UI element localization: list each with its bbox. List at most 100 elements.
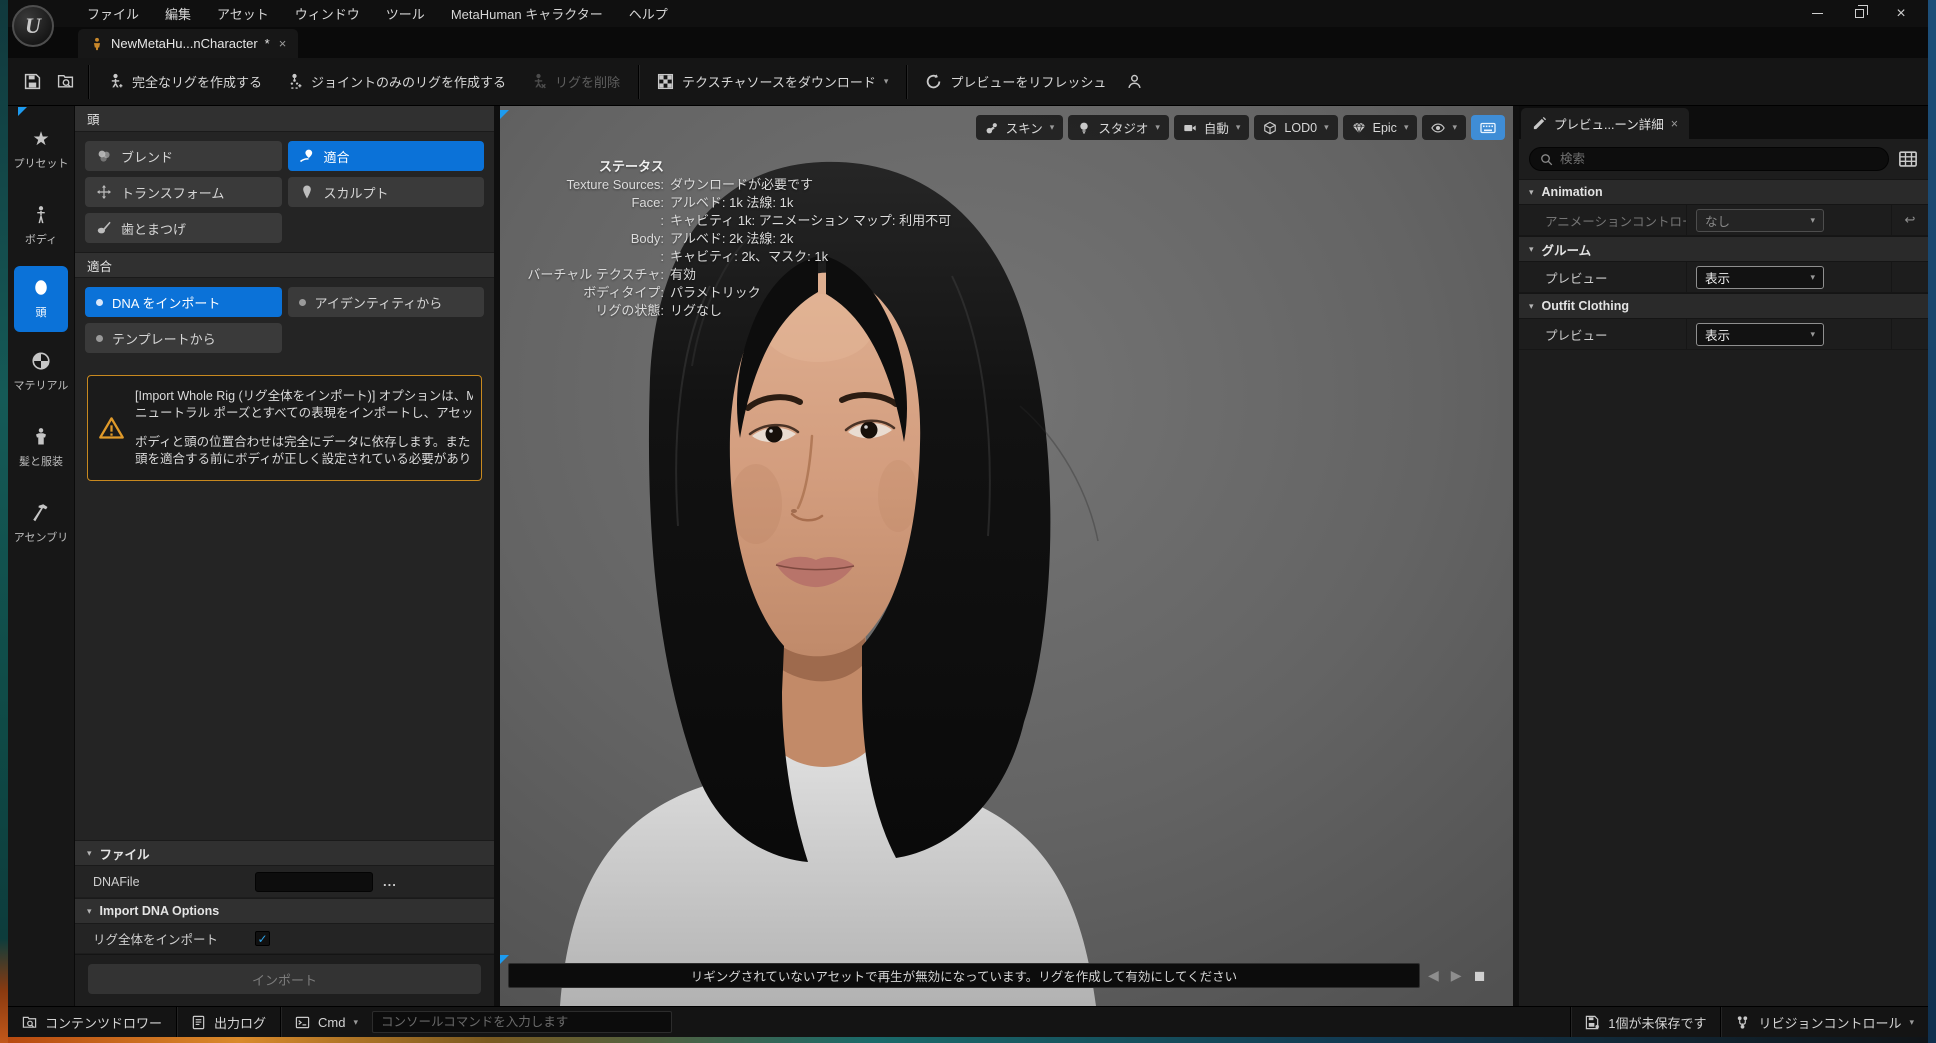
rig-delete-icon (530, 73, 547, 90)
menu-edit[interactable]: 編集 (152, 4, 204, 23)
sidebar-item-head[interactable]: 頭 (14, 266, 68, 332)
skin-menu-button[interactable]: スキン ▾ (976, 115, 1064, 140)
chevron-down-icon: ▾ (1529, 188, 1534, 197)
lighting-menu-button[interactable]: スタジオ ▾ (1068, 115, 1169, 140)
sidebar-item-hair-clothing[interactable]: 髪と服装 (10, 412, 72, 484)
sidebar-item-presets[interactable]: ★ プリセット (10, 114, 72, 186)
tab-close-icon[interactable]: × (1671, 117, 1678, 131)
remove-rig-button: リグを削除 (518, 65, 632, 99)
details-search[interactable] (1529, 147, 1889, 171)
dna-file-input[interactable] (255, 872, 373, 892)
fit-options: DNA をインポート アイデンティティから テンプレートから (75, 278, 494, 362)
window-controls: × (1800, 0, 1918, 27)
create-joints-rig-button[interactable]: ジョイントのみのリグを作成する (274, 65, 518, 99)
cmd-selector-button[interactable]: Cmd ▾ (281, 1007, 372, 1037)
whole-rig-checkbox[interactable]: ✓ (255, 931, 270, 946)
viewport-focus-marker (500, 110, 509, 119)
skin-icon (985, 121, 999, 135)
groom-preview-label: プレビュー (1519, 262, 1687, 292)
unsaved-files-button[interactable]: 1個が未保存です (1571, 1007, 1720, 1037)
revision-control-button[interactable]: リビジョンコントロール ▾ (1721, 1007, 1928, 1037)
previous-frame-icon[interactable]: ◀ (1428, 967, 1439, 984)
save-button[interactable] (16, 65, 49, 99)
warning-text: [Import Whole Rig (リグ全体をインポート)] オプションは、M… (135, 388, 473, 468)
menu-file[interactable]: ファイル (74, 4, 152, 23)
viewport-toolbar: スキン ▾ スタジオ ▾ 自動 ▾ (976, 115, 1505, 140)
viewport-status-overlay: ステータス Texture Sources:ダウンロードが必要です Face:ア… (512, 158, 951, 320)
import-button[interactable]: インポート (88, 964, 481, 994)
browse-dna-button[interactable]: ... (383, 874, 397, 889)
preview-details-tab-icon (1532, 116, 1547, 131)
chevron-down-icon: ▾ (1810, 273, 1815, 282)
console-command-input[interactable] (372, 1011, 672, 1033)
dna-file-row: DNAFile ... (75, 866, 494, 898)
menu-asset[interactable]: アセット (204, 4, 282, 23)
unreal-logo-icon: U (12, 5, 54, 47)
sidebar-item-material[interactable]: マテリアル (10, 336, 72, 408)
animation-section-header[interactable]: ▾ Animation (1519, 179, 1928, 205)
keyboard-shortcuts-button[interactable] (1471, 115, 1505, 140)
mode-teeth-lashes-button[interactable]: 歯とまつげ (85, 213, 282, 243)
restore-icon (1855, 9, 1864, 18)
create-full-rig-button[interactable]: 完全なリグを作成する (95, 65, 274, 99)
rig-warning-message: リギングされていないアセットで再生が無効になっています。リグを作成して有効にして… (508, 963, 1420, 988)
menu-window[interactable]: ウィンドウ (282, 4, 373, 23)
outfit-preview-dropdown[interactable]: 表示 ▾ (1696, 323, 1824, 346)
eye-icon (1431, 121, 1445, 135)
file-section-header[interactable]: ▾ ファイル (75, 840, 494, 866)
restore-button[interactable] (1842, 1, 1876, 26)
mode-fit-button[interactable]: 適合 (288, 141, 485, 171)
viewport-3d[interactable]: スキン ▾ スタジオ ▾ 自動 ▾ (500, 106, 1513, 1006)
tab-close-icon[interactable]: × (279, 36, 287, 51)
tab-title: NewMetaHu...nCharacter (111, 36, 258, 51)
chevron-down-icon: ▾ (1155, 123, 1160, 132)
groom-section-header[interactable]: ▾ グルーム (1519, 236, 1928, 262)
output-log-button[interactable]: 出力ログ (177, 1007, 280, 1037)
option-from-identity[interactable]: アイデンティティから (288, 287, 485, 317)
groom-preview-dropdown[interactable]: 表示 ▾ (1696, 266, 1824, 289)
outfit-section-header[interactable]: ▾ Outfit Clothing (1519, 293, 1928, 319)
sidebar-item-body[interactable]: ボディ (10, 190, 72, 262)
option-import-dna[interactable]: DNA をインポート (85, 287, 282, 317)
animation-controller-dropdown: なし ▾ (1696, 209, 1824, 232)
view-options-grid-icon[interactable] (1898, 149, 1918, 169)
search-input[interactable] (1560, 152, 1878, 166)
quality-menu-button[interactable]: Epic ▾ (1343, 115, 1418, 140)
toolbar-separator (906, 65, 907, 99)
texture-checker-icon (657, 73, 674, 90)
reset-to-default-icon[interactable]: ↩ (1905, 212, 1916, 228)
stop-icon[interactable]: ◼ (1474, 967, 1486, 984)
import-rig-warning: [Import Whole Rig (リグ全体をインポート)] オプションは、M… (87, 375, 482, 481)
minimize-icon (1812, 13, 1823, 14)
camera-menu-button[interactable]: 自動 ▾ (1174, 115, 1250, 140)
next-frame-icon[interactable]: ▶ (1451, 967, 1462, 984)
content-drawer-button[interactable]: コンテンツドロワー (8, 1007, 176, 1037)
tab-metahuman-character[interactable]: NewMetaHu...nCharacter* × (78, 29, 298, 58)
browse-asset-button[interactable] (49, 65, 82, 99)
sidebar-item-assembly[interactable]: アセンブリ (10, 488, 72, 560)
playback-controls: ◀ ▶ ◼ (1428, 963, 1485, 988)
import-dna-options-header[interactable]: ▾ Import DNA Options (75, 898, 494, 924)
dock-focus-marker (18, 107, 27, 116)
close-button[interactable]: × (1884, 1, 1918, 26)
mode-sculpt-button[interactable]: スカルプト (288, 177, 485, 207)
tab-preview-scene-details[interactable]: プレビュ...ーン詳細 × (1521, 108, 1689, 139)
chevron-down-icon: ▾ (1810, 216, 1815, 225)
download-texture-sources-button[interactable]: テクスチャソースをダウンロード ▾ (645, 65, 900, 99)
show-menu-button[interactable]: ▾ (1422, 115, 1466, 140)
chevron-down-icon: ▾ (87, 907, 92, 916)
option-from-template[interactable]: テンプレートから (85, 323, 282, 353)
minimize-button[interactable] (1800, 1, 1834, 26)
refresh-preview-button[interactable]: プレビューをリフレッシュ (913, 65, 1118, 99)
menu-help[interactable]: ヘルプ (616, 4, 681, 23)
desktop-edge-right (1928, 0, 1936, 1043)
mode-blend-button[interactable]: ブレンド (85, 141, 282, 171)
chevron-down-icon: ▾ (87, 849, 92, 858)
menu-tools[interactable]: ツール (373, 4, 438, 23)
chevron-down-icon: ▾ (1810, 330, 1815, 339)
user-button[interactable] (1118, 65, 1151, 99)
save-asterisk-icon (1585, 1015, 1600, 1030)
lod-menu-button[interactable]: LOD0 ▾ (1254, 115, 1337, 140)
mode-transform-button[interactable]: トランスフォーム (85, 177, 282, 207)
menu-metahuman-character[interactable]: MetaHuman キャラクター (438, 4, 616, 23)
